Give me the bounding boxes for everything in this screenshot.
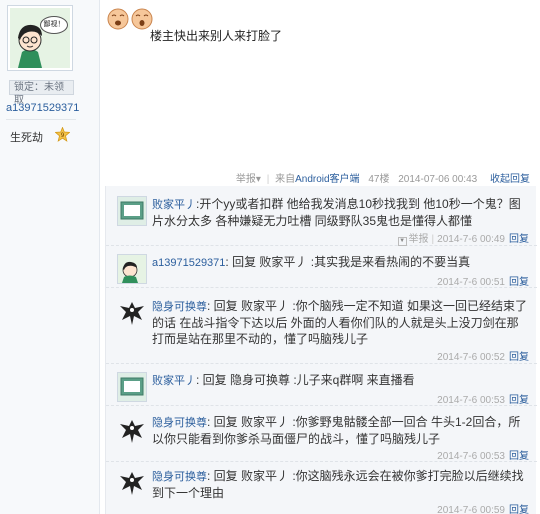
- avatar[interactable]: [117, 468, 147, 498]
- list-item: 败家平丿:开个yy或者扣群 他给我发消息10秒找我到 他10秒一个鬼？图片水分太…: [106, 186, 537, 246]
- reply-author-link[interactable]: 隐身可换尊: [152, 301, 207, 313]
- reply-meta: ▼ 举报 | 2014-7-6 00:49 回复: [397, 234, 529, 246]
- reply-text: 败家平丿:开个yy或者扣群 他给我发消息10秒找我到 他10秒一个鬼？图片水分太…: [152, 197, 521, 228]
- reply-body: 回复 隐身可换尊 :儿子来q群啊 来直播看: [202, 373, 415, 387]
- reply-timestamp: 2014-7-6 00:49: [437, 234, 505, 245]
- speech-bubble: 鄙视！: [40, 16, 68, 34]
- reply-button[interactable]: 回复: [509, 395, 529, 406]
- reply-timestamp: 2014-7-6 00:52: [437, 352, 505, 363]
- reply-author-link[interactable]: 隐身可换尊: [152, 417, 207, 429]
- avatar[interactable]: [117, 254, 147, 284]
- reply-button[interactable]: 回复: [509, 234, 529, 245]
- reply-meta: 2014-7-6 00:51 回复: [437, 273, 529, 288]
- reply-author-link[interactable]: 败家平丿: [152, 375, 196, 387]
- reply-timestamp: 2014-7-6 00:59: [437, 505, 505, 514]
- reply-body: 开个yy或者扣群 他给我发消息10秒找我到 他10秒一个鬼？图片水分太多 各种嫌…: [152, 197, 521, 228]
- user-sidebar: 鄙视！ 锁定：未领取 a13971529371 生死劫 9: [0, 0, 100, 514]
- list-item: 隐身可换尊: 回复 败家平丿 :你个脑残一定不知道 如果这一回已经结束了的话 在…: [106, 288, 537, 364]
- reply-body: 回复 败家平丿 :你个脑残一定不知道 如果这一回已经结束了的话 在战斗指令下达以…: [152, 299, 528, 346]
- reply-text: 隐身可换尊: 回复 败家平丿 :你爹野鬼骷髅全部一回合 牛头1-2回合，所以你只…: [152, 415, 521, 446]
- crying-face-icon: [107, 8, 129, 30]
- avatar[interactable]: 鄙视！: [7, 5, 73, 71]
- client-link[interactable]: Android客户端: [295, 174, 359, 185]
- reply-text: 隐身可换尊: 回复 败家平丿 :你这脑残永远会在被你爹打完脸以后继续找到下一个理…: [152, 469, 524, 500]
- reply-meta: 2014-7-6 00:53 回复: [437, 447, 529, 462]
- reply-body: 回复 败家平丿 :你这脑残永远会在被你爹打完脸以后继续找到下一个理由: [152, 469, 524, 500]
- reply-meta: 2014-7-6 00:53 回复: [437, 391, 529, 406]
- rank-label: 生死劫: [10, 132, 43, 144]
- lock-status-badge: 锁定：未领取: [9, 80, 74, 106]
- reply-text: 败家平丿: 回复 隐身可换尊 :儿子来q群啊 来直播看: [152, 373, 415, 387]
- reply-meta: 2014-7-6 00:52 回复: [437, 348, 529, 363]
- default-avatar-icon: [118, 373, 146, 401]
- chevron-down-icon[interactable]: ▾: [256, 174, 261, 185]
- reply-author-link[interactable]: 隐身可换尊: [152, 471, 207, 483]
- avatar[interactable]: [117, 416, 147, 446]
- avatar[interactable]: [117, 196, 147, 226]
- avatar[interactable]: [117, 372, 147, 402]
- reply-body: 回复 败家平丿 :其实我是来看热闹的不要当真: [232, 255, 471, 269]
- reply-body: 回复 败家平丿 :你爹野鬼骷髅全部一回合 牛头1-2回合，所以你只能看到你爹杀马…: [152, 415, 521, 446]
- reply-meta: 2014-7-6 00:59 回复: [437, 501, 529, 514]
- reply-button[interactable]: 回复: [509, 451, 529, 462]
- post-meta: 举报▾ | 来自Android客户端 47楼 2014-07-06 00:43 …: [235, 174, 530, 185]
- eagle-emblem-icon: [120, 472, 144, 495]
- reply-timestamp: 2014-7-6 00:51: [437, 277, 505, 288]
- post-content: 楼主快出来别人来打脸了: [150, 29, 283, 43]
- list-item: 败家平丿: 回复 隐身可换尊 :儿子来q群啊 来直播看 2014-7-6 00:…: [106, 364, 537, 406]
- report-link[interactable]: 举报: [409, 234, 429, 245]
- floor-number: 47楼: [368, 174, 390, 185]
- avatar[interactable]: [117, 298, 147, 328]
- eagle-emblem-icon: [120, 420, 144, 443]
- reply-author-link[interactable]: 败家平丿: [152, 199, 196, 211]
- chevron-down-icon[interactable]: ▼: [397, 237, 407, 246]
- post-timestamp: 2014-07-06 00:43: [398, 174, 478, 185]
- reply-text: a13971529371: 回复 败家平丿 :其实我是来看热闹的不要当真: [152, 255, 471, 269]
- avatar-illustration: [118, 255, 146, 283]
- reply-list: 败家平丿:开个yy或者扣群 他给我发消息10秒找我到 他10秒一个鬼？图片水分太…: [105, 186, 537, 514]
- via-label: 来自: [275, 174, 296, 185]
- list-item: a13971529371: 回复 败家平丿 :其实我是来看热闹的不要当真 201…: [106, 246, 537, 288]
- list-item: 隐身可换尊: 回复 败家平丿 :你爹野鬼骷髅全部一回合 牛头1-2回合，所以你只…: [106, 406, 537, 462]
- reply-timestamp: 2014-7-6 00:53: [437, 451, 505, 462]
- report-link[interactable]: 举报: [236, 174, 256, 185]
- reply-text: 隐身可换尊: 回复 败家平丿 :你个脑残一定不知道 如果这一回已经结束了的话 在…: [152, 299, 528, 346]
- username-link[interactable]: a13971529371: [6, 102, 79, 114]
- reply-button[interactable]: 回复: [509, 277, 529, 288]
- collapse-replies-button[interactable]: 收起回复: [490, 174, 530, 185]
- svg-text:9: 9: [61, 132, 65, 139]
- eagle-emblem-icon: [120, 302, 144, 325]
- reply-button[interactable]: 回复: [509, 505, 529, 514]
- emoji-group: [107, 8, 153, 30]
- default-avatar-icon: [118, 197, 146, 225]
- divider: [6, 119, 76, 120]
- list-item: 隐身可换尊: 回复 败家平丿 :你这脑残永远会在被你爹打完脸以后继续找到下一个理…: [106, 462, 537, 514]
- level-badge-icon: 9: [55, 127, 70, 142]
- reply-author-link[interactable]: a13971529371: [152, 257, 225, 269]
- reply-button[interactable]: 回复: [509, 352, 529, 363]
- reply-timestamp: 2014-7-6 00:53: [437, 395, 505, 406]
